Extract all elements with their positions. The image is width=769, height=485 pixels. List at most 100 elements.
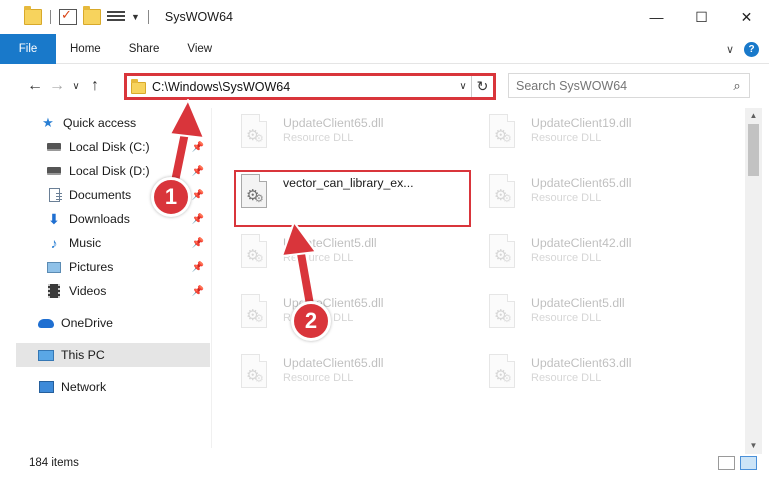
sidebar-item-music[interactable]: ♪ Music 📌 [0,231,210,255]
star-icon: ★ [42,115,54,130]
file-item[interactable]: ⚙⚙ UpdateClient65.dllResource DLL [239,112,479,162]
vertical-scrollbar[interactable]: ▲ ▼ [745,108,762,454]
window-title: SysWOW64 [164,10,233,24]
expand-ribbon-chevron-icon[interactable]: ∨ [726,43,734,56]
help-icon[interactable]: ? [744,42,759,57]
rename-icon[interactable] [107,9,125,25]
toolbar-divider [147,10,149,24]
view-mode-buttons [718,456,757,470]
address-dropdown-chevron-icon[interactable]: ∨ [455,81,471,92]
file-type: Resource DLL [531,192,602,204]
tab-home[interactable]: Home [56,34,115,64]
search-input[interactable] [516,78,725,93]
address-bar[interactable]: C:\Windows\SysWOW64 ∨ ↻ [124,73,496,100]
onedrive-icon [38,316,54,330]
dll-file-icon: ⚙ ⚙ [487,114,517,152]
scroll-up-arrow-icon[interactable]: ▲ [745,108,762,124]
file-type: Resource DLL [531,132,602,144]
dll-file-icon: ⚙ ⚙ [239,294,269,332]
file-name: UpdateClient63.dll [531,356,632,370]
close-button[interactable]: ✕ [724,0,769,34]
tab-share[interactable]: Share [115,34,174,64]
large-icons-view-icon[interactable] [740,456,757,470]
pin-icon[interactable]: 📌 [192,166,204,177]
music-icon: ♪ [50,235,58,251]
folder-icon[interactable] [24,6,42,25]
sidebar-item-label: Videos [69,284,107,298]
up-arrow-icon[interactable]: ↑ [84,77,106,95]
sidebar-item-local-disk-c[interactable]: Local Disk (C:) 📌 [0,135,210,159]
search-box[interactable]: ⌕ [508,73,750,98]
pin-icon[interactable]: 📌 [192,142,204,153]
forward-arrow-icon[interactable]: → [46,77,68,95]
refresh-icon[interactable]: ↻ [471,76,493,97]
file-item[interactable]: ⚙ ⚙ UpdateClient63.dll Resource DLL [487,352,727,402]
file-type: Resource DLL [531,252,602,264]
disk-icon [46,164,62,178]
dll-file-icon: ⚙ ⚙ [239,354,269,392]
tab-file[interactable]: File [0,33,56,64]
toolbar-divider [50,10,51,24]
sidebar-item-label: This PC [61,348,105,362]
new-folder-icon[interactable] [83,6,101,25]
file-name: UpdateClient19.dll [531,116,632,130]
sidebar-item-onedrive[interactable]: OneDrive [0,311,210,335]
customize-toolbar-dropdown[interactable]: ▼ [131,12,140,22]
disk-icon [46,140,62,154]
pin-icon[interactable]: 📌 [192,238,204,249]
navigation-pane: ★ Quick access Local Disk (C:) 📌 Local D… [0,108,212,448]
maximize-button[interactable]: ☐ [679,0,724,34]
file-name: UpdateClient65.dll [531,176,632,190]
file-item[interactable]: ⚙ ⚙ UpdateClient42.dll Resource DLL [487,232,727,282]
sidebar-item-this-pc[interactable]: This PC [16,343,210,367]
back-arrow-icon[interactable]: ← [24,77,46,95]
search-icon[interactable]: ⌕ [725,78,749,94]
dll-file-icon: ⚙ ⚙ [487,294,517,332]
pin-icon[interactable]: 📌 [192,214,204,225]
item-count: 184 items [29,457,79,469]
dll-file-icon: ⚙ ⚙ [487,174,517,212]
step-badge-2: 2 [291,301,331,341]
sidebar-item-network[interactable]: Network [0,375,210,399]
sidebar-item-quick-access[interactable]: ★ Quick access [0,111,210,135]
window-controls: — ☐ ✕ [634,0,769,34]
file-item[interactable]: ⚙⚙ UpdateClient65.dllResource DLL [239,292,479,342]
file-type: Resource DLL [283,252,354,264]
file-highlight-box [234,170,471,227]
address-folder-icon [131,78,146,94]
file-item[interactable]: ⚙⚙ UpdateClient65.dllResource DLL [239,352,479,402]
file-type: Resource DLL [283,372,354,384]
dll-file-icon: ⚙ ⚙ [239,234,269,272]
sidebar-item-label: Music [69,236,102,250]
recent-locations-chevron-icon[interactable]: ∨ [68,81,84,92]
sidebar-item-pictures[interactable]: Pictures 📌 [0,255,210,279]
scrollbar-thumb[interactable] [748,124,759,176]
quick-access-toolbar: ▼ SysWOW64 [0,0,233,34]
pin-icon[interactable]: 📌 [192,190,204,201]
file-item[interactable]: ⚙ ⚙ UpdateClient5.dll Resource DLL [239,232,479,282]
address-path[interactable]: C:\Windows\SysWOW64 [152,80,455,94]
file-name: UpdateClient65.dll [283,116,384,130]
file-type: Resource DLL [531,312,602,324]
tab-view[interactable]: View [173,34,226,64]
minimize-button[interactable]: — [634,0,679,34]
sidebar-item-label: Documents [69,188,132,202]
pictures-icon [46,260,62,274]
sidebar-item-label: Local Disk (D:) [69,164,150,178]
step-badge-1: 1 [151,177,191,217]
file-type: Resource DLL [283,132,354,144]
pin-icon[interactable]: 📌 [192,286,204,297]
dll-file-icon: ⚙ ⚙ [487,234,517,272]
ribbon-controls: ∨ ? [726,42,759,57]
pin-icon[interactable]: 📌 [192,262,204,273]
file-item[interactable]: ⚙⚙ UpdateClient65.dll Resource DLL [487,172,727,222]
title-bar: ▼ SysWOW64 — ☐ ✕ [0,0,769,34]
sidebar-item-label: Pictures [69,260,114,274]
file-item[interactable]: ⚙ ⚙ UpdateClient5.dll Resource DLL [487,292,727,342]
dll-file-icon: ⚙ ⚙ [487,354,517,392]
properties-check-icon[interactable] [59,7,77,25]
sidebar-item-videos[interactable]: Videos 📌 [0,279,210,303]
details-view-icon[interactable] [718,456,735,470]
sidebar-item-label: Quick access [63,116,137,130]
file-item[interactable]: ⚙ ⚙ UpdateClient19.dll Resource DLL [487,112,727,162]
